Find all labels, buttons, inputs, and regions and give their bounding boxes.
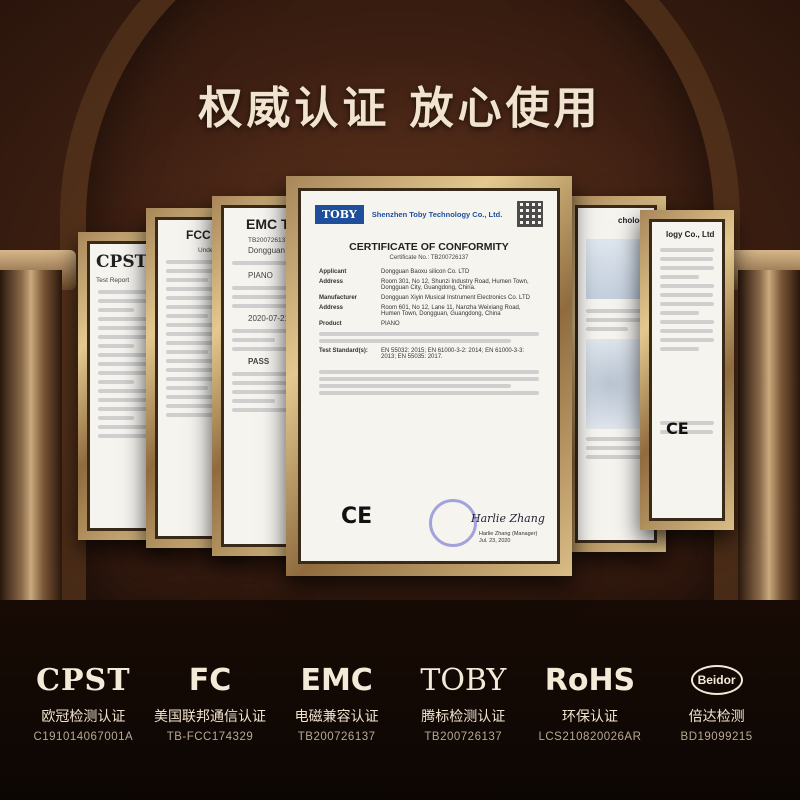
field-row: Test Standard(s): EN 55032: 2015; EN 6100… (319, 348, 525, 360)
qr-code-icon (517, 201, 543, 227)
signer-info: Harlie Zhang (Manager) Jul. 23, 2020 (479, 531, 538, 544)
logo-code: TB200726137 (297, 731, 376, 743)
field-row: Manufacturer Dongguan Xiyin Musical Instr… (319, 295, 530, 301)
field-row: Product PIANO (319, 321, 400, 327)
seal-stamp (429, 499, 477, 547)
signature: Harlie Zhang (471, 512, 545, 525)
company-name: Shenzhen Toby Technology Co., Ltd. (371, 209, 503, 219)
certificate-heading: CERTIFICATE OF CONFORMITY (349, 241, 509, 253)
fcc-logo-icon: FC (188, 662, 232, 698)
toby-logo-icon: TOBY (420, 662, 507, 698)
logo-cpst: CPST 欧冠检测认证 C191014067001A (23, 660, 143, 744)
certificate-frame-right: logy Co., Ltd CE (640, 210, 734, 530)
logo-beidor: Beidor 倍达检测 BD19099215 (657, 660, 777, 743)
logo-toby: TOBY 腾标检测认证 TB200726137 (403, 660, 523, 744)
logo-label: 环保认证 (561, 708, 618, 724)
logo-label: 美国联邦通信认证 (153, 708, 266, 724)
right-cert-title: logy Co., Ltd (666, 230, 715, 239)
emc-logo-icon: EMC (300, 662, 373, 698)
logo-code: TB200726137 (424, 731, 503, 743)
column-left (0, 270, 62, 630)
certificate-frame-main: TOBY Shenzhen Toby Technology Co., Ltd. … (286, 176, 572, 576)
logo-rohs: RoHS 环保认证 LCS210820026AR (530, 660, 650, 744)
field-row: Address Room 301, No 12, Shunzi Industry … (319, 279, 529, 291)
rohs-logo-icon: RoHS (544, 662, 636, 698)
logo-fcc: FC 美国联邦通信认证 TB-FCC174329 (150, 660, 270, 744)
cpst-logo-icon: CPST (36, 662, 131, 698)
logo-label: 电磁兼容认证 (294, 708, 379, 724)
field-row: Address Room 601, No 12, Lane 11, Nanzha … (319, 305, 521, 317)
field-row: Applicant Dongguan Baoxu silicon Co. LTD (319, 269, 470, 275)
certificate-number: Certificate No.: TB200726137 (389, 255, 469, 261)
logo-code: C191014067001A (33, 731, 134, 743)
logo-code: LCS210820026AR (538, 731, 642, 743)
column-right (738, 270, 800, 630)
logo-label: 腾标检测认证 (421, 708, 506, 724)
beidor-logo-icon: Beidor (657, 660, 777, 700)
headline: 权威认证 放心使用 (198, 83, 602, 134)
ce-mark: CE (341, 504, 373, 529)
logo-code: BD19099215 (680, 731, 753, 743)
toby-badge: TOBY (315, 204, 364, 224)
logo-code: TB-FCC174329 (166, 731, 254, 743)
logo-label: 倍达检测 (688, 708, 745, 724)
right-ce-mark: CE (666, 419, 689, 438)
certification-logos: CPST 欧冠检测认证 C191014067001A FC 美国联邦通信认证 T… (0, 660, 800, 744)
logo-emc: EMC 电磁兼容认证 TB200726137 (277, 660, 397, 744)
logo-label: 欧冠检测认证 (41, 708, 126, 724)
